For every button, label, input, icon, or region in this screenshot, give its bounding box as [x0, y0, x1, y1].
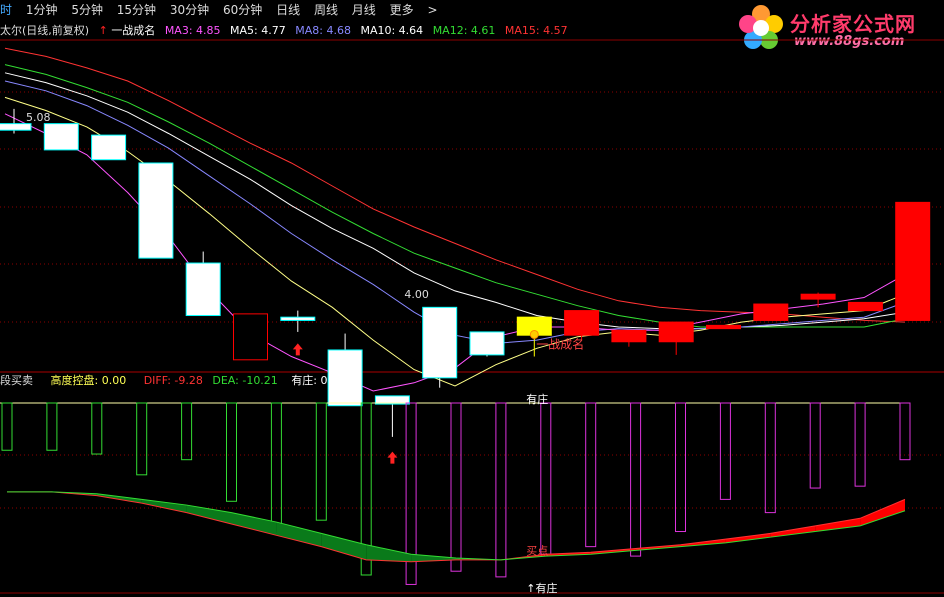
- macd-band-7: [321, 533, 367, 560]
- macd-bar-12: [540, 402, 552, 555]
- macd-bar-5: [226, 402, 237, 502]
- macd-band-17: [770, 525, 816, 538]
- price-label-0: 5.08: [26, 111, 51, 124]
- macd-bar-18: [809, 402, 821, 489]
- candle-body-13: [611, 329, 647, 343]
- candle-body-6: [280, 316, 316, 321]
- macd-bar-4: [181, 402, 193, 461]
- macd-band-6: [276, 522, 322, 547]
- buy-arrow-icon-1: [387, 451, 398, 464]
- macd-bar-2: [91, 402, 103, 455]
- macd-bar-0: [1, 402, 13, 451]
- macd-bar-3: [136, 402, 148, 476]
- candle-body-19: [895, 201, 931, 321]
- candle-body-9: [422, 306, 458, 379]
- candle-body-14: [658, 321, 694, 343]
- candle-body-10: [469, 331, 505, 356]
- candle-body-3: [138, 162, 174, 259]
- macd-bar-11: [495, 402, 507, 578]
- macd-bar-16: [719, 402, 731, 500]
- candle-body-12: [564, 310, 600, 336]
- signal-annotation-0: 一战成名: [536, 336, 584, 351]
- candle-body-1: [43, 123, 79, 151]
- price-label-1: 4.00: [404, 288, 429, 301]
- macd-bar-6: [270, 402, 282, 534]
- macd-bar-7: [315, 402, 327, 521]
- macd-bar-19: [854, 402, 866, 487]
- candle-body-17: [800, 293, 836, 300]
- candle-body-0: [0, 123, 32, 131]
- sub-label-0: 买点: [526, 544, 548, 557]
- sub-label-2: 有庄: [526, 392, 548, 406]
- candle-body-2: [91, 134, 127, 161]
- candle-body-18: [847, 301, 883, 312]
- macd-band-3: [141, 499, 187, 513]
- macd-bar-20: [899, 402, 911, 461]
- macd-band-5: [231, 512, 277, 536]
- macd-bar-13: [585, 402, 597, 548]
- candle-body-5: [233, 313, 268, 361]
- macd-bar-14: [630, 402, 642, 557]
- macd-bar-17: [764, 402, 776, 514]
- macd-bar-15: [675, 402, 686, 533]
- kline-chart[interactable]: 5.08 4.00 一战成名买点 ↑有庄 有庄: [0, 0, 944, 597]
- buy-arrow-icon-0: [292, 343, 303, 356]
- candle-body-7: [327, 349, 363, 407]
- macd-bar-10: [450, 402, 462, 572]
- candle-body-15: [706, 324, 741, 330]
- candle-body-4: [185, 262, 221, 317]
- macd-bar-1: [46, 402, 58, 451]
- sub-label-1: ↑有庄: [526, 581, 557, 595]
- candle-body-16: [753, 303, 789, 321]
